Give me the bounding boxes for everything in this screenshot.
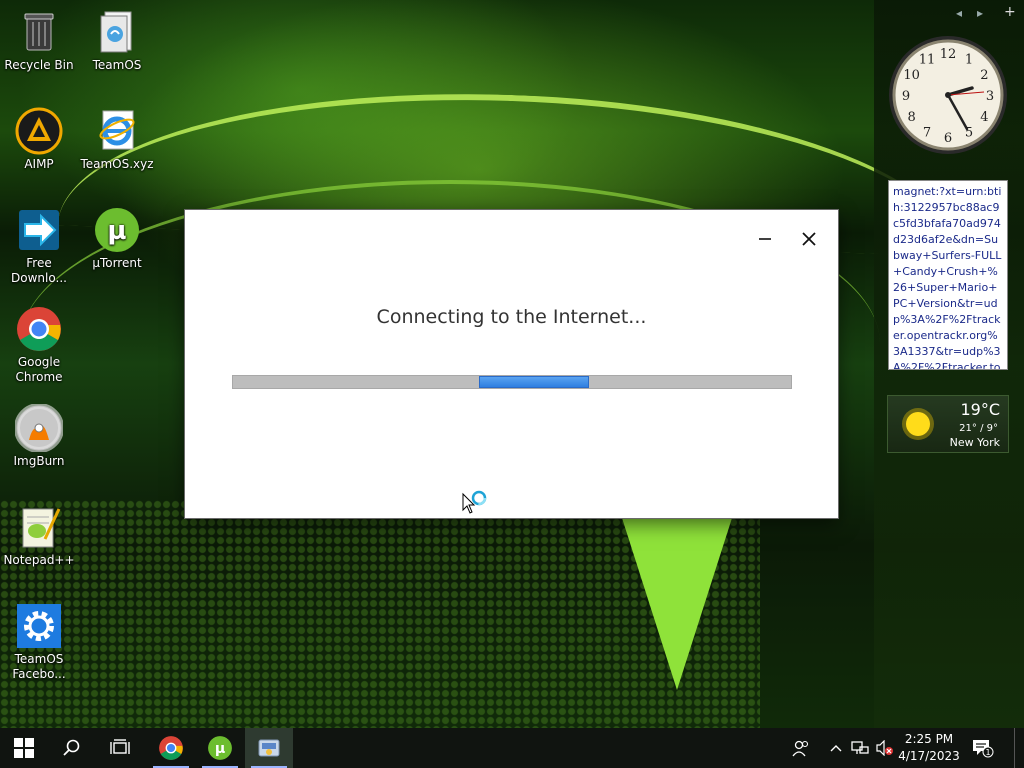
taskbar-installer-app[interactable] (245, 728, 293, 768)
desktop-icon-label: Recycle Bin (4, 58, 74, 72)
clock-numeral: 1 (965, 53, 973, 68)
minimize-icon (759, 238, 771, 240)
busy-cursor-icon (462, 490, 488, 522)
clock-numeral: 9 (902, 89, 910, 104)
taskbar-clock[interactable]: 2:25 PM 4/17/2023 (890, 731, 968, 765)
clock-numeral: 11 (919, 53, 936, 68)
utorrent-icon: µ (93, 206, 141, 254)
network-button[interactable] (849, 728, 871, 768)
desktop-icon-aimp[interactable]: AIMP (1, 107, 77, 172)
svg-text:µ: µ (215, 741, 225, 757)
minimize-button[interactable] (745, 224, 785, 254)
clock-numeral: 10 (903, 68, 920, 83)
clock-numeral: 2 (980, 68, 988, 83)
action-center-button[interactable]: 1 (970, 728, 996, 768)
clock-numeral: 12 (940, 47, 957, 62)
people-button[interactable] (788, 728, 814, 768)
desktop-icon-teamos[interactable]: TeamOS (79, 8, 155, 73)
desktop-icon-label: TeamOS (92, 58, 142, 72)
desktop-icon-label: Notepad++ (3, 553, 75, 567)
chrome-icon (15, 305, 63, 353)
desktop-icon-label: ImgBurn (13, 454, 65, 468)
teamos-folder-icon (93, 8, 141, 56)
desktop-icon-utorrent[interactable]: µ µTorrent (79, 206, 155, 271)
wallpaper-spike (622, 518, 732, 690)
weather-city: New York (949, 436, 1000, 449)
windows-logo-icon (14, 738, 34, 758)
recycle-bin-icon (15, 8, 63, 56)
notification-icon: 1 (973, 740, 994, 758)
sidebar-add-gadget-icon[interactable]: + (1004, 4, 1016, 20)
weather-range: 21° / 9° (959, 423, 998, 434)
sun-icon (902, 408, 934, 440)
svg-text:µ: µ (107, 216, 126, 246)
task-view-button[interactable] (96, 728, 144, 768)
start-button[interactable] (0, 728, 48, 768)
aimp-icon (15, 107, 63, 155)
desktop-icon-label: µTorrent (92, 256, 142, 270)
internet-explorer-icon (93, 107, 141, 155)
notepad-plus-plus-icon (15, 503, 63, 551)
close-icon (802, 232, 816, 246)
free-download-manager-icon (15, 206, 63, 254)
desktop-icon-label: Google Chrome (15, 355, 63, 384)
clock-numeral: 6 (944, 131, 952, 146)
search-icon (63, 739, 80, 756)
taskbar: µ 2:25 PM 4/17/2023 1 (0, 728, 1024, 768)
taskbar-time: 2:25 PM (904, 732, 954, 746)
task-view-icon (110, 739, 130, 754)
people-icon (792, 740, 809, 757)
desktop-icon-label: Free Downlo... (11, 256, 67, 285)
show-hidden-icons-button[interactable] (826, 728, 846, 768)
progress-bar (232, 375, 792, 389)
desktop-icon-label: TeamOS.xyz (80, 157, 154, 171)
clock-gadget[interactable]: 12 1 2 3 4 5 6 7 8 9 10 11 (887, 34, 1009, 156)
desktop-icon-imgburn[interactable]: ImgBurn (1, 403, 77, 469)
taskbar-chrome[interactable] (147, 728, 195, 768)
chevron-up-icon (830, 745, 842, 752)
desktop-icon-label: AIMP (24, 157, 54, 171)
weather-gadget[interactable]: 19°C 21° / 9° New York (887, 395, 1009, 453)
sidebar-next-icon[interactable]: ▸ (977, 6, 983, 20)
search-button[interactable] (48, 728, 96, 768)
desktop-icon-recycle-bin[interactable]: Recycle Bin (1, 8, 77, 73)
clock-numeral: 4 (980, 110, 988, 125)
dialog-status-text: Connecting to the Internet... (376, 306, 647, 328)
taskbar-utorrent[interactable]: µ (196, 728, 244, 768)
network-icon (851, 741, 869, 754)
chrome-icon (159, 736, 183, 760)
desktop-icon-google-chrome[interactable]: Google Chrome (1, 305, 77, 385)
imgburn-disc-icon (14, 403, 64, 453)
notification-count: 1 (985, 748, 990, 757)
clock-numeral: 3 (986, 89, 994, 104)
close-button[interactable] (789, 224, 829, 254)
clock-numeral: 8 (907, 110, 915, 125)
desktop-icon-notepad-plus-plus[interactable]: Notepad++ (1, 503, 77, 568)
show-desktop-button[interactable] (1014, 728, 1023, 768)
taskbar-date: 4/17/2023 (898, 749, 960, 763)
progress-indicator (479, 376, 589, 388)
desktop-icon-label: TeamOS Facebo... (12, 652, 66, 681)
utorrent-icon: µ (208, 736, 232, 760)
desktop-icon-free-download[interactable]: Free Downlo... (1, 206, 77, 286)
magnet-link-notes-gadget[interactable]: magnet:?xt=urn:btih:3122957bc88ac9c5fd3b… (888, 180, 1008, 370)
desktop-icon-teamos-xyz[interactable]: TeamOS.xyz (79, 107, 155, 172)
connecting-dialog: Connecting to the Internet... (185, 210, 838, 518)
settings-gear-icon (15, 602, 63, 650)
clock-numeral: 7 (923, 125, 931, 140)
installer-icon (258, 739, 280, 757)
weather-temperature: 19°C (960, 400, 1000, 419)
sidebar-prev-icon[interactable]: ◂ (956, 6, 962, 20)
desktop-icon-teamos-facebook[interactable]: TeamOS Facebo... (1, 602, 77, 682)
